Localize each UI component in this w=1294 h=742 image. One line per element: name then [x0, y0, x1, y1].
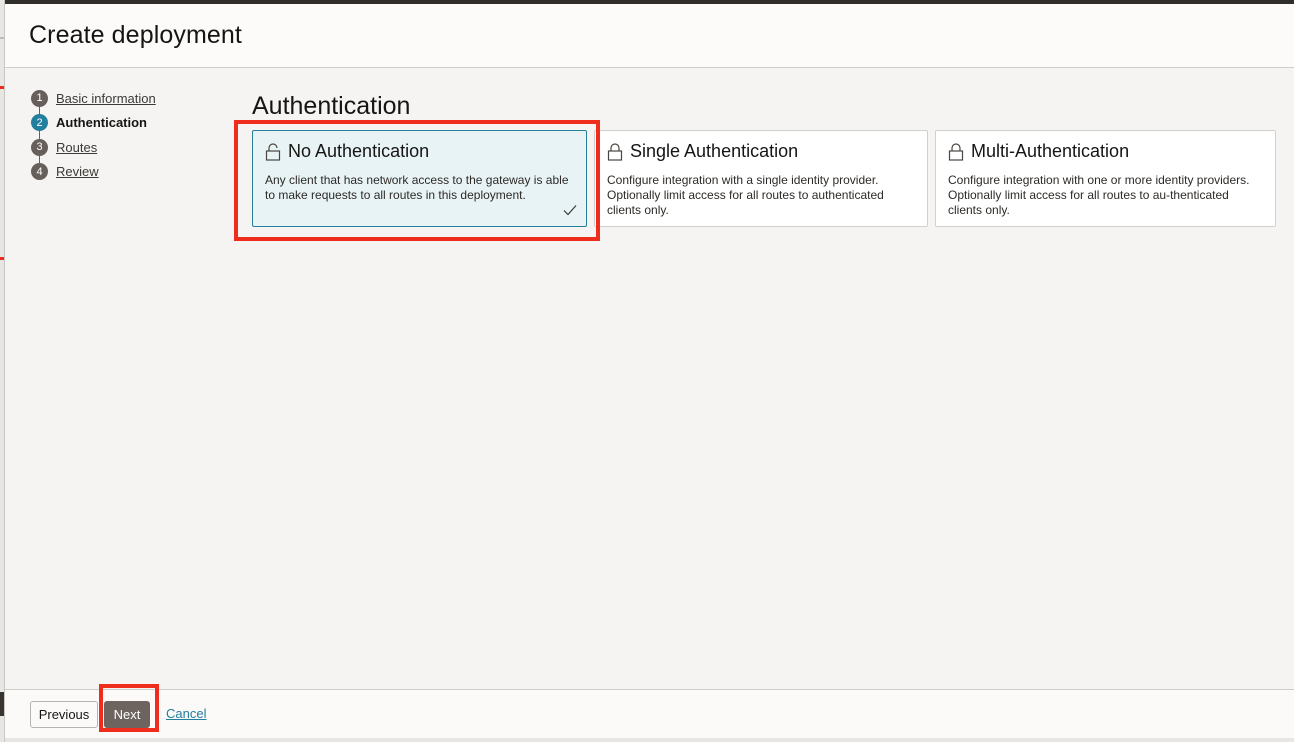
- lock-icon: [948, 142, 964, 161]
- step-number: 4: [31, 163, 48, 181]
- step-basic-information[interactable]: 1 Basic information: [31, 86, 231, 111]
- step-routes[interactable]: 3 Routes: [31, 135, 231, 160]
- cancel-link[interactable]: Cancel: [166, 706, 206, 721]
- dialog-header: Create deployment: [5, 4, 1294, 68]
- step-label[interactable]: Routes: [56, 140, 97, 155]
- step-label[interactable]: Basic information: [56, 91, 156, 106]
- wizard-steps: 1 Basic information 2 Authentication 3 R…: [31, 86, 231, 184]
- card-title: Single Authentication: [607, 141, 798, 162]
- dialog-footer: Previous Next Cancel: [5, 684, 1294, 738]
- step-review[interactable]: 4 Review: [31, 160, 231, 185]
- gutter-mark: [0, 692, 4, 716]
- section-title: Authentication: [252, 92, 411, 120]
- card-title-text: Multi-Authentication: [971, 141, 1130, 161]
- step-label: Authentication: [56, 115, 147, 131]
- bottom-edge: [5, 738, 1294, 742]
- highlight-box: [234, 120, 600, 241]
- card-description: Configure integration with one or more i…: [948, 173, 1250, 217]
- option-single-authentication[interactable]: Single Authentication Configure integrat…: [594, 130, 928, 227]
- step-label[interactable]: Review: [56, 164, 99, 179]
- create-deployment-panel: Create deployment 1 Basic information 2 …: [5, 0, 1294, 742]
- step-authentication: 2 Authentication: [31, 111, 231, 136]
- card-description: Configure integration with a single iden…: [607, 173, 884, 217]
- previous-button[interactable]: Previous: [30, 701, 98, 728]
- gutter-mark: [0, 257, 4, 260]
- dialog-content: 1 Basic information 2 Authentication 3 R…: [5, 68, 1294, 689]
- steps-connector: [39, 96, 40, 170]
- dialog-title: Create deployment: [29, 21, 242, 49]
- step-number: 1: [31, 89, 48, 107]
- gutter-mark: [0, 86, 4, 89]
- lock-icon: [607, 142, 623, 161]
- step-number: 2: [31, 114, 48, 132]
- option-multi-authentication[interactable]: Multi-Authentication Configure integrati…: [935, 130, 1276, 227]
- card-title: Multi-Authentication: [948, 141, 1129, 162]
- gutter-mark: [0, 37, 4, 39]
- card-title-text: Single Authentication: [630, 141, 799, 161]
- step-number: 3: [31, 138, 48, 156]
- highlight-box: [99, 684, 159, 732]
